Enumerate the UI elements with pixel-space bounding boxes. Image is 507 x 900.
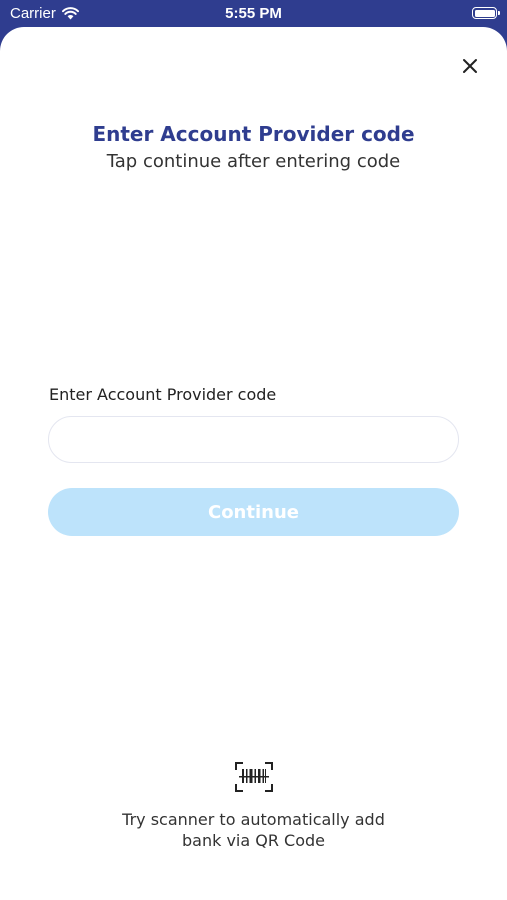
page-title: Enter Account Provider code	[92, 122, 415, 146]
scanner-hint-line2: bank via QR Code	[181, 831, 325, 850]
page-subtitle: Tap continue after entering code	[106, 151, 401, 172]
continue-button[interactable]: Continue	[48, 488, 459, 536]
provider-code-input[interactable]	[48, 416, 459, 463]
modal-sheet: Enter Account Provider code Tap continue…	[0, 27, 507, 900]
scanner-hint-line1: Try scanner to automatically add	[122, 810, 385, 829]
scanner-hint[interactable]: Try scanner to automatically add bank vi…	[0, 809, 507, 851]
barcode-scanner-icon[interactable]	[235, 762, 273, 792]
status-time: 5:55 PM	[225, 5, 282, 22]
battery-level	[474, 9, 495, 17]
code-field-label: Enter Account Provider code	[49, 385, 277, 404]
close-icon[interactable]	[459, 55, 481, 77]
status-bar: Carrier 5:55 PM	[0, 0, 507, 28]
battery-icon	[472, 7, 500, 19]
